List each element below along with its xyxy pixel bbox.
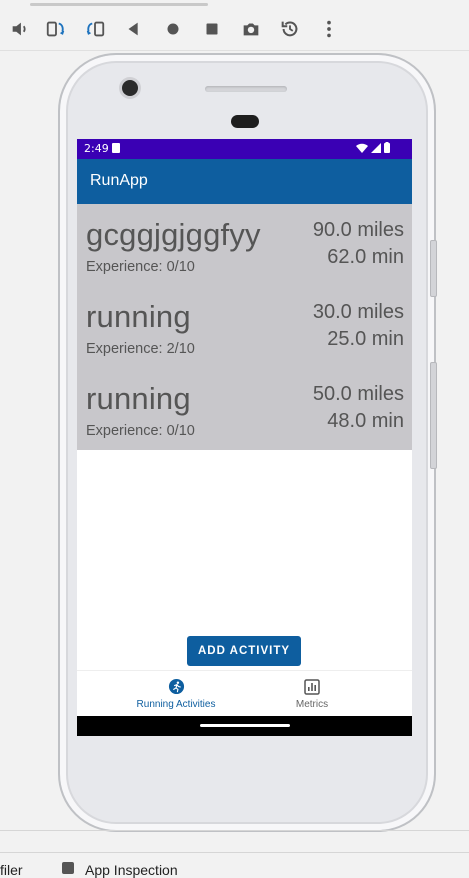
volume-icon[interactable] [8, 17, 32, 41]
volume-rocker[interactable] [430, 362, 437, 469]
battery-icon [384, 142, 390, 153]
activity-duration: 48.0 min [327, 410, 404, 432]
power-button[interactable] [430, 240, 437, 297]
activity-list: gcggjgjggfyy Experience: 0/10 90.0 miles… [77, 204, 412, 450]
snapshot-icon[interactable] [278, 17, 302, 41]
activity-duration: 62.0 min [327, 246, 404, 268]
activity-item[interactable]: running Experience: 2/10 30.0 miles 25.0… [77, 286, 412, 368]
wifi-icon [356, 143, 368, 153]
more-icon[interactable] [317, 17, 341, 41]
nav-metrics-label: Metrics [295, 698, 329, 710]
profiler-tab-label[interactable]: filer [0, 862, 23, 878]
activity-distance: 90.0 miles [312, 219, 404, 241]
activity-experience: Experience: 2/10 [86, 341, 195, 357]
toolbar-divider [0, 50, 469, 51]
activity-experience: Experience: 0/10 [86, 259, 195, 275]
activity-duration: 25.0 min [327, 328, 404, 350]
app-inspection-icon [62, 862, 74, 874]
nav-running-label: Running Activities [136, 698, 216, 710]
activity-name: running [86, 381, 191, 416]
rotate-right-icon[interactable] [83, 17, 107, 41]
ide-bottom-toolbar: filer App Inspection [0, 852, 469, 878]
running-icon [167, 678, 185, 696]
activity-distance: 50.0 miles [312, 383, 404, 405]
front-camera [122, 80, 138, 96]
back-icon[interactable] [122, 17, 146, 41]
activity-name: gcggjgjggfyy [86, 217, 261, 252]
activity-item[interactable]: running Experience: 0/10 50.0 miles 48.0… [77, 368, 412, 450]
bar-chart-icon [303, 678, 321, 696]
rotate-left-icon[interactable] [44, 17, 68, 41]
signal-icon [371, 142, 381, 153]
status-bar: 2:49 [77, 139, 412, 159]
bottom-navigation: Running Activities Metrics [77, 670, 412, 716]
camera-icon[interactable] [239, 17, 263, 41]
activity-item[interactable]: gcggjgjggfyy Experience: 0/10 90.0 miles… [77, 204, 412, 286]
phone-screen: 2:49 RunApp gcggjgjggfyy Experience: 0/1… [77, 139, 412, 736]
home-icon[interactable] [161, 17, 185, 41]
add-activity-button[interactable]: ADD ACTIVITY [187, 636, 301, 666]
system-nav-bar [77, 716, 412, 736]
activity-distance: 30.0 miles [312, 301, 404, 323]
ide-separator [0, 830, 469, 831]
emulator-toolbar [0, 0, 469, 52]
status-time: 2:49 [84, 142, 109, 155]
activity-experience: Experience: 0/10 [86, 423, 195, 439]
status-icons [356, 142, 390, 153]
nav-metrics[interactable]: Metrics [273, 671, 351, 716]
activity-name: running [86, 299, 191, 334]
app-bar: RunApp [77, 159, 412, 204]
app-inspection-tab-label[interactable]: App Inspection [85, 862, 178, 878]
nav-running-activities[interactable]: Running Activities [121, 671, 231, 716]
earpiece [205, 86, 287, 92]
proximity-sensor [231, 115, 259, 128]
sd-card-icon [112, 143, 120, 153]
overview-icon[interactable] [200, 17, 224, 41]
home-gesture-pill[interactable] [200, 724, 290, 727]
app-title: RunApp [90, 172, 148, 189]
tab-indicator [30, 3, 208, 6]
